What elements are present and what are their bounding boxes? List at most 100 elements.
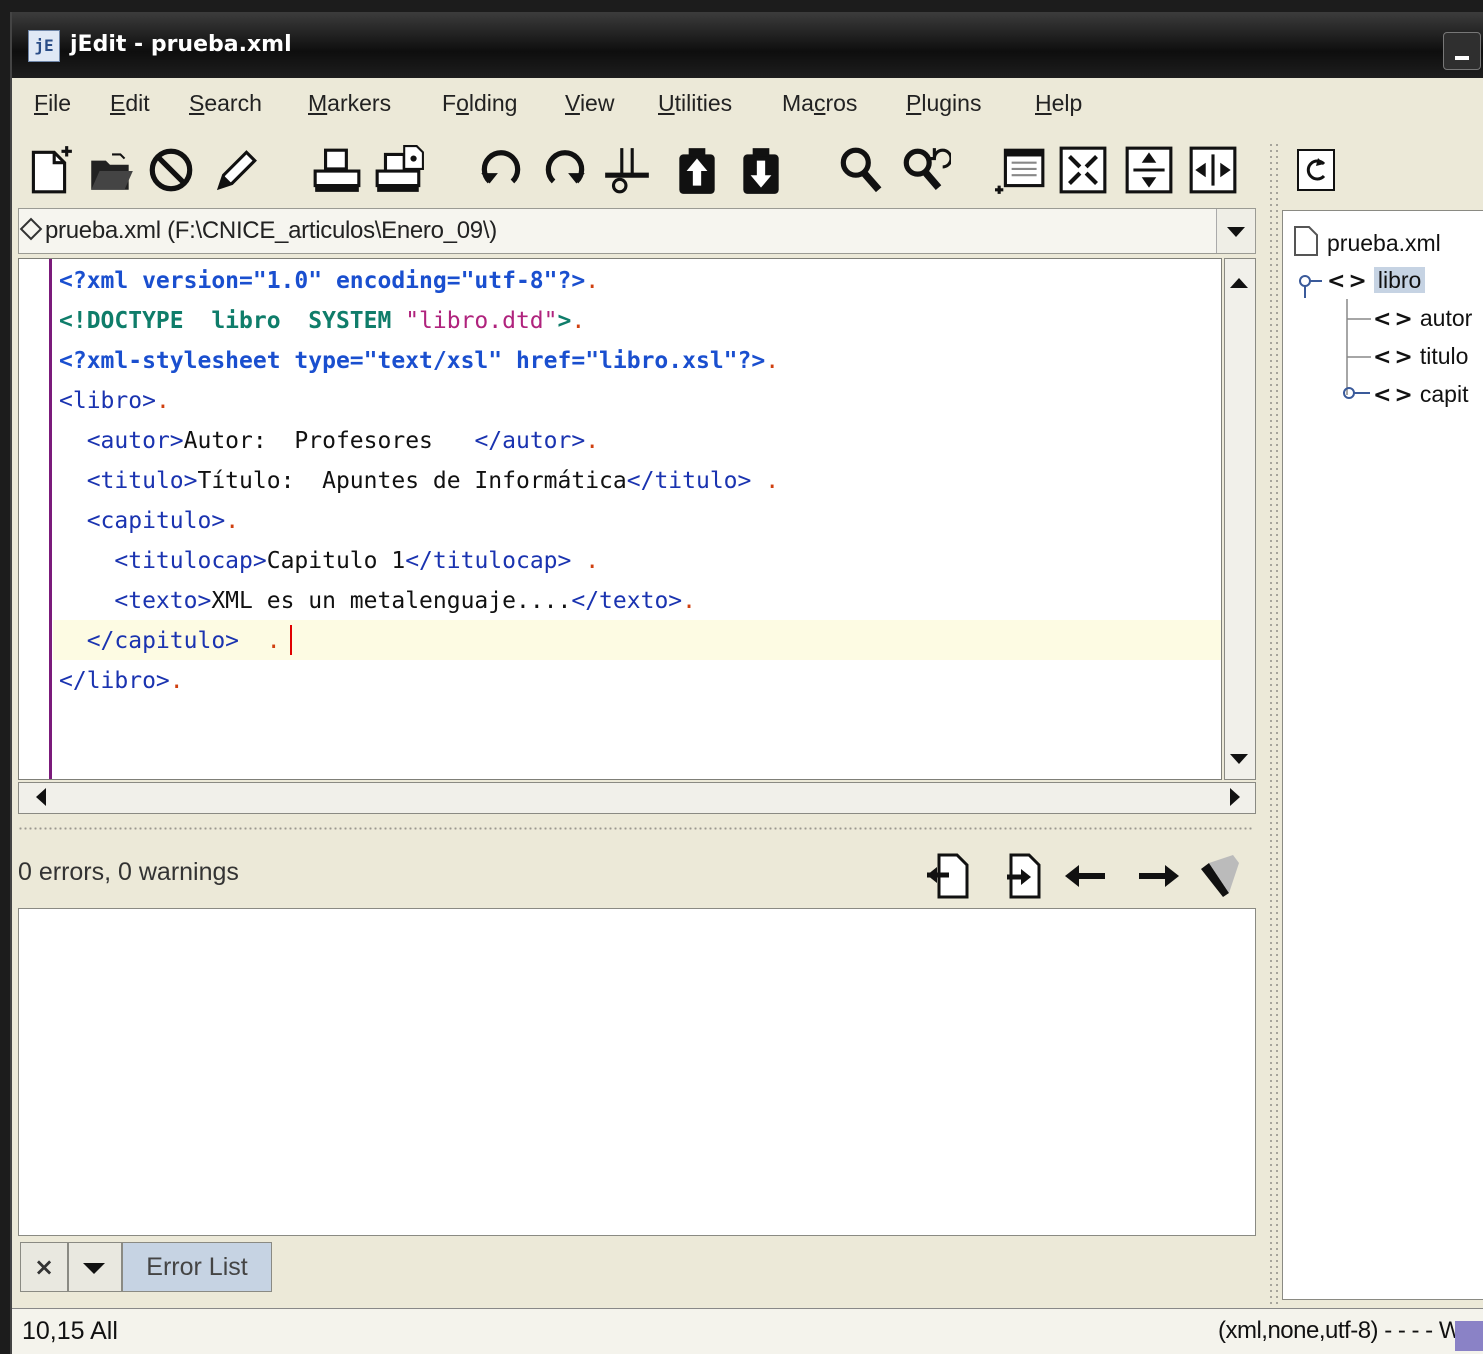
- scroll-up-arrow[interactable]: [1230, 269, 1248, 288]
- code-token: .: [682, 588, 696, 614]
- side-dock-divider[interactable]: [1268, 142, 1282, 1308]
- split-horizontal-icon[interactable]: [1120, 138, 1178, 202]
- close-dock-button[interactable]: ×: [20, 1242, 68, 1292]
- find-next-icon[interactable]: [896, 138, 954, 202]
- buffer-status-icon: [19, 217, 43, 241]
- error-list-panel[interactable]: [18, 908, 1256, 1236]
- menu-markers[interactable]: Markers: [308, 90, 391, 117]
- next-file-icon[interactable]: [996, 848, 1052, 904]
- error-list-tab[interactable]: Error List: [122, 1242, 272, 1292]
- menu-edit[interactable]: Edit: [110, 90, 150, 117]
- minimize-button[interactable]: [1443, 32, 1481, 70]
- unsplit-icon[interactable]: [1054, 138, 1112, 202]
- close-file-icon[interactable]: [142, 138, 200, 202]
- tree-node-libro[interactable]: <> libro: [1327, 267, 1426, 294]
- tree-node-titulo[interactable]: <> titulo: [1373, 343, 1468, 370]
- code-token: .: [225, 508, 240, 534]
- code-line: </capitulo> .: [59, 621, 1219, 661]
- copy-icon[interactable]: [668, 138, 726, 202]
- element-icon: <>: [1373, 307, 1416, 332]
- vertical-scrollbar[interactable]: [1224, 258, 1256, 780]
- status-bar: 10,15 All (xml,none,utf-8) - - - - W: [12, 1308, 1483, 1354]
- code-token: </texto>: [571, 588, 683, 614]
- error-list-toolbar: [912, 848, 1252, 904]
- code-token: Título: Apuntes de Informática: [197, 468, 627, 494]
- code-line: <?xml version="1.0" encoding="utf-8"?>.: [59, 261, 1219, 301]
- code-token: </libro>: [59, 668, 170, 694]
- new-view-icon[interactable]: [992, 138, 1050, 202]
- code-token: .: [155, 388, 170, 414]
- window-title: jEdit - prueba.xml: [70, 32, 292, 57]
- code-line: <?xml-stylesheet type="text/xsl" href="l…: [59, 341, 1219, 381]
- horizontal-scrollbar[interactable]: [18, 782, 1256, 814]
- code-token: <titulocap>: [114, 548, 267, 574]
- scroll-left-arrow[interactable]: [27, 788, 46, 806]
- split-divider[interactable]: [18, 826, 1254, 832]
- find-icon[interactable]: [832, 138, 890, 202]
- code-token: .: [169, 668, 184, 694]
- code-token: </titulocap>: [405, 548, 572, 574]
- jedit-window: jE jEdit - prueba.xml File Edit Search M…: [10, 12, 1483, 1354]
- menu-help[interactable]: Help: [1035, 90, 1082, 117]
- sidekick-tree[interactable]: prueba.xml <> libro <> autor <> titulo <> ca…: [1282, 210, 1483, 1300]
- code-token: <autor>: [86, 428, 184, 454]
- paste-icon[interactable]: [732, 138, 790, 202]
- undo-icon[interactable]: [472, 138, 530, 202]
- memory-indicator[interactable]: [1455, 1321, 1483, 1351]
- tree-node-autor[interactable]: <> autor: [1373, 305, 1472, 332]
- menu-view[interactable]: View: [565, 90, 614, 117]
- buffer-label: prueba.xml (F:\CNICE_articulos\Enero_09\…: [45, 217, 497, 244]
- menu-search[interactable]: Search: [189, 90, 262, 117]
- buffer-mode-info[interactable]: (xml,none,utf-8) - - - - W: [1218, 1317, 1462, 1345]
- menu-macros[interactable]: Macros: [782, 90, 857, 117]
- open-file-icon[interactable]: [82, 138, 140, 202]
- next-error-icon[interactable]: [1130, 848, 1186, 904]
- menu-plugins[interactable]: Plugins: [906, 90, 981, 117]
- page-setup-icon[interactable]: [370, 138, 428, 202]
- redo-icon[interactable]: [536, 138, 594, 202]
- scroll-right-arrow[interactable]: [1230, 788, 1249, 806]
- code-token: <?xml-stylesheet type="text/xsl" href="l…: [59, 348, 766, 374]
- scroll-down-arrow[interactable]: [1230, 754, 1248, 773]
- menu-file[interactable]: File: [34, 90, 71, 117]
- menu-folding[interactable]: Folding: [442, 90, 517, 117]
- new-file-icon[interactable]: [20, 138, 78, 202]
- print-icon[interactable]: [308, 138, 366, 202]
- code-token: Autor: Profesores: [183, 428, 475, 454]
- cut-icon[interactable]: [598, 138, 656, 202]
- code-token: Capitulo 1: [266, 548, 406, 574]
- dock-menu-button[interactable]: [68, 1242, 122, 1292]
- code-token: </autor>: [474, 428, 586, 454]
- previous-file-icon[interactable]: [922, 848, 978, 904]
- refresh-icon[interactable]: [1292, 140, 1340, 200]
- buffer-switcher[interactable]: prueba.xml (F:\CNICE_articulos\Enero_09\…: [18, 208, 1256, 254]
- text-area[interactable]: <?xml version="1.0" encoding="utf-8"?>. <…: [18, 258, 1222, 780]
- element-icon: <>: [1327, 269, 1370, 294]
- menu-utilities[interactable]: Utilities: [658, 90, 732, 117]
- title-bar: jE jEdit - prueba.xml: [12, 12, 1483, 78]
- code-token: .: [266, 628, 281, 654]
- buffer-dropdown-button[interactable]: [1216, 209, 1255, 253]
- code-token: .: [765, 468, 780, 494]
- tree-node-capitulo[interactable]: <> capit: [1373, 381, 1468, 408]
- edit-pencil-icon[interactable]: [206, 138, 264, 202]
- code-line: <texto>XML es un metalenguaje....</texto…: [59, 581, 1219, 621]
- code-line: <libro>.: [59, 381, 1219, 421]
- code-token: <texto>: [114, 588, 212, 614]
- clear-icon[interactable]: [1192, 848, 1248, 904]
- main-toolbar: [12, 136, 1248, 206]
- code-token: .: [585, 428, 600, 454]
- split-vertical-icon[interactable]: [1184, 138, 1242, 202]
- previous-error-icon[interactable]: [1058, 848, 1114, 904]
- caret-position: 10,15 All: [22, 1317, 118, 1345]
- code-line: <autor>Autor: Profesores </autor>.: [59, 421, 1219, 461]
- code-line: <titulo>Título: Apuntes de Informática</…: [59, 461, 1219, 501]
